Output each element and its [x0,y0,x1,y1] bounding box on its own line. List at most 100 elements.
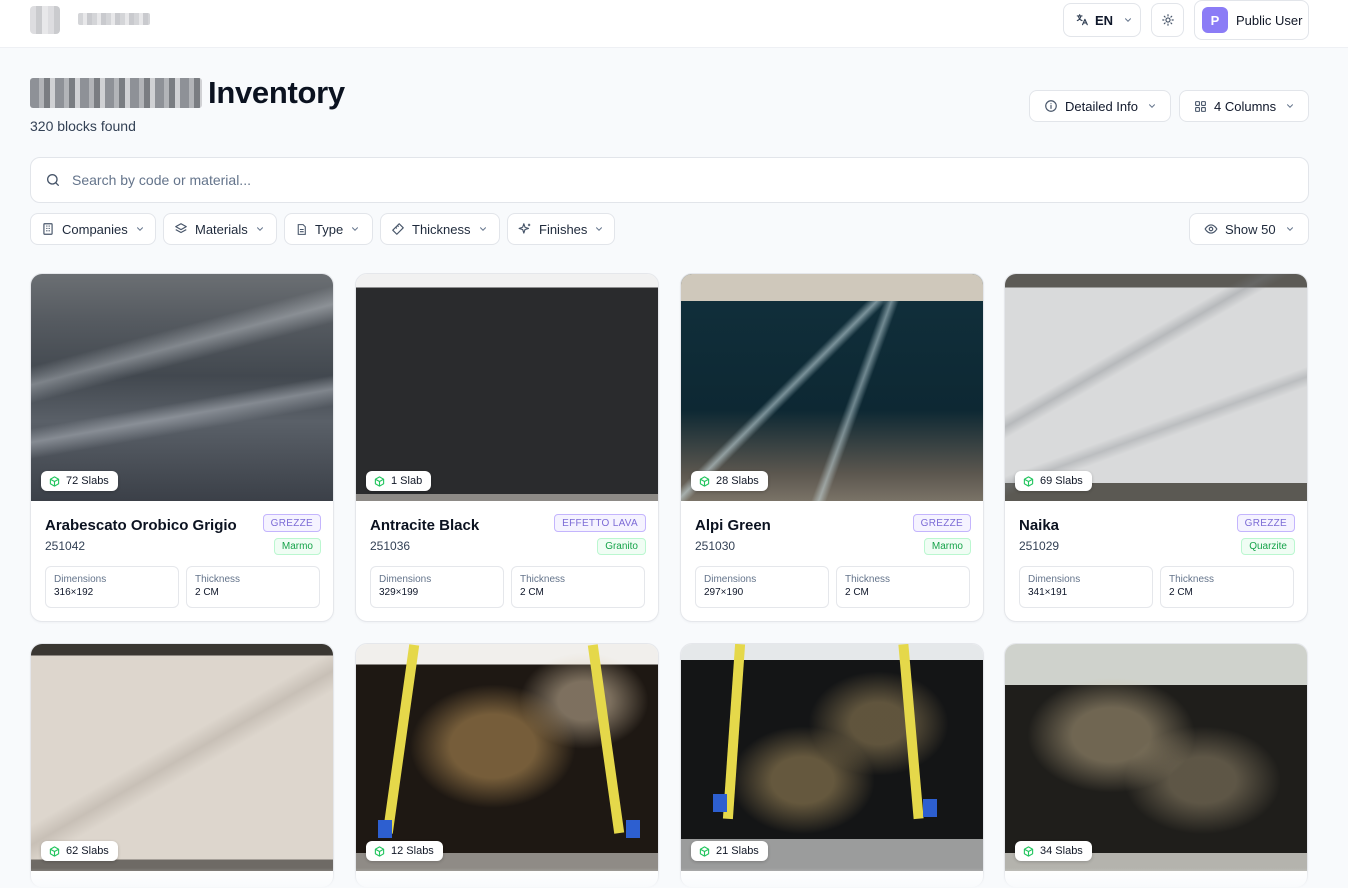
filter-companies[interactable]: Companies [30,213,156,245]
thickness-label: Thickness [1169,574,1215,585]
filter-type-label: Type [315,221,344,237]
slab-count: 1 Slab [391,475,423,487]
block-card[interactable]: 34 Slabs [1004,643,1308,888]
user-menu-button[interactable]: P Public User [1194,0,1309,40]
slab-count: 12 Slabs [391,845,434,857]
slab-photo: 62 Slabs [31,644,333,871]
search-input[interactable] [72,172,1272,188]
dimensions-value: 341×191 [1028,587,1068,598]
dimensions-box: Dimensions 329×199 [370,566,504,608]
slab-count: 69 Slabs [1040,475,1083,487]
block-card[interactable]: 69 Slabs Naika 251029 GREZZE Quarzite Di… [1004,273,1308,622]
block-card[interactable]: 12 Slabs [355,643,659,888]
results-count: 320 blocks found [30,118,136,134]
chevron-down-icon [478,224,488,234]
block-code: 251036 [370,539,411,553]
columns-dropdown[interactable]: 4 Columns [1179,90,1309,122]
dimensions-label: Dimensions [704,574,757,585]
layers-icon [174,222,188,236]
material-tag: Marmo [273,538,321,555]
block-card[interactable]: 21 Slabs [680,643,984,888]
block-name: Naika [1019,517,1060,534]
finish-tag: GREZZE [262,514,321,532]
brand-name-redacted [78,13,150,25]
finish-tag: EFFETTO LAVA [554,514,646,532]
thickness-box: Thickness 2 CM [1160,566,1294,608]
filter-thickness-label: Thickness [412,221,471,237]
block-name: Antracite Black [370,517,480,534]
dimensions-box: Dimensions 341×191 [1019,566,1153,608]
dimensions-label: Dimensions [379,574,432,585]
block-card[interactable]: 72 Slabs Arabescato Orobico Grigio 25104… [30,273,334,622]
search-icon [45,172,61,188]
thickness-label: Thickness [845,574,891,585]
filter-type[interactable]: Type [284,213,373,245]
slab-count: 21 Slabs [716,845,759,857]
thickness-label: Thickness [195,574,241,585]
filter-finishes-label: Finishes [539,221,588,237]
finish-tag: GREZZE [1236,514,1295,532]
box-icon [1023,845,1034,857]
thickness-value: 2 CM [845,587,869,598]
page-title: Inventory [208,75,345,110]
language-selector[interactable]: EN [1063,3,1141,37]
eye-icon [1204,222,1218,236]
translate-icon [1075,13,1089,27]
slab-photo: 72 Slabs [31,274,333,501]
block-card[interactable]: 62 Slabs [30,643,334,888]
filter-finishes[interactable]: Finishes [507,213,615,245]
thickness-box: Thickness 2 CM [186,566,320,608]
slab-photo: 28 Slabs [681,274,983,501]
strap-foot [378,820,392,838]
chevron-down-icon [350,224,360,234]
slab-count-badge: 62 Slabs [41,841,118,861]
block-code: 251030 [695,539,736,553]
strap-foot [923,799,937,817]
box-icon [374,475,385,487]
slab-count-badge: 28 Slabs [691,471,768,491]
ruler-icon [391,222,405,236]
block-card[interactable]: 1 Slab Antracite Black 251036 EFFETTO LA… [355,273,659,622]
slab-count: 62 Slabs [66,845,109,857]
scroll-fade [0,868,1348,888]
filter-materials[interactable]: Materials [163,213,277,245]
user-name: Public User [1236,12,1303,28]
filter-companies-label: Companies [62,221,128,237]
lifting-strap [587,644,625,834]
brand-logo[interactable] [30,6,60,34]
top-bar: EN P Public User [0,0,1348,48]
avatar: P [1202,7,1228,33]
slab-count-badge: 69 Slabs [1015,471,1092,491]
slab-photo: 1 Slab [356,274,658,501]
box-icon [49,845,60,857]
slab-photo: 21 Slabs [681,644,983,871]
block-name: Alpi Green [695,517,771,534]
material-tag: Granito [597,538,646,555]
theme-toggle-button[interactable] [1151,3,1184,37]
search-bar [30,157,1309,203]
lifting-strap [898,644,924,820]
thickness-value: 2 CM [520,587,544,598]
thickness-value: 2 CM [195,587,219,598]
company-name-redacted [30,78,202,108]
grid-icon [1194,100,1207,113]
slab-photo: 34 Slabs [1005,644,1307,871]
finish-tag: GREZZE [912,514,971,532]
slab-count: 34 Slabs [1040,845,1083,857]
dimensions-value: 329×199 [379,587,419,598]
block-card[interactable]: 28 Slabs Alpi Green 251030 GREZZE Marmo … [680,273,984,622]
strap-foot [626,820,640,838]
slab-photo: 12 Slabs [356,644,658,871]
thickness-label: Thickness [520,574,566,585]
box-icon [699,845,710,857]
thickness-box: Thickness 2 CM [836,566,970,608]
dimensions-label: Dimensions [1028,574,1081,585]
detailed-info-dropdown[interactable]: Detailed Info [1029,90,1171,122]
block-code: 251029 [1019,539,1060,553]
document-icon [295,223,308,236]
detailed-info-label: Detailed Info [1065,98,1138,114]
dimensions-value: 316×192 [54,587,94,598]
filter-thickness[interactable]: Thickness [380,213,500,245]
slab-photo: 69 Slabs [1005,274,1307,501]
show-count-dropdown[interactable]: Show 50 [1189,213,1309,245]
